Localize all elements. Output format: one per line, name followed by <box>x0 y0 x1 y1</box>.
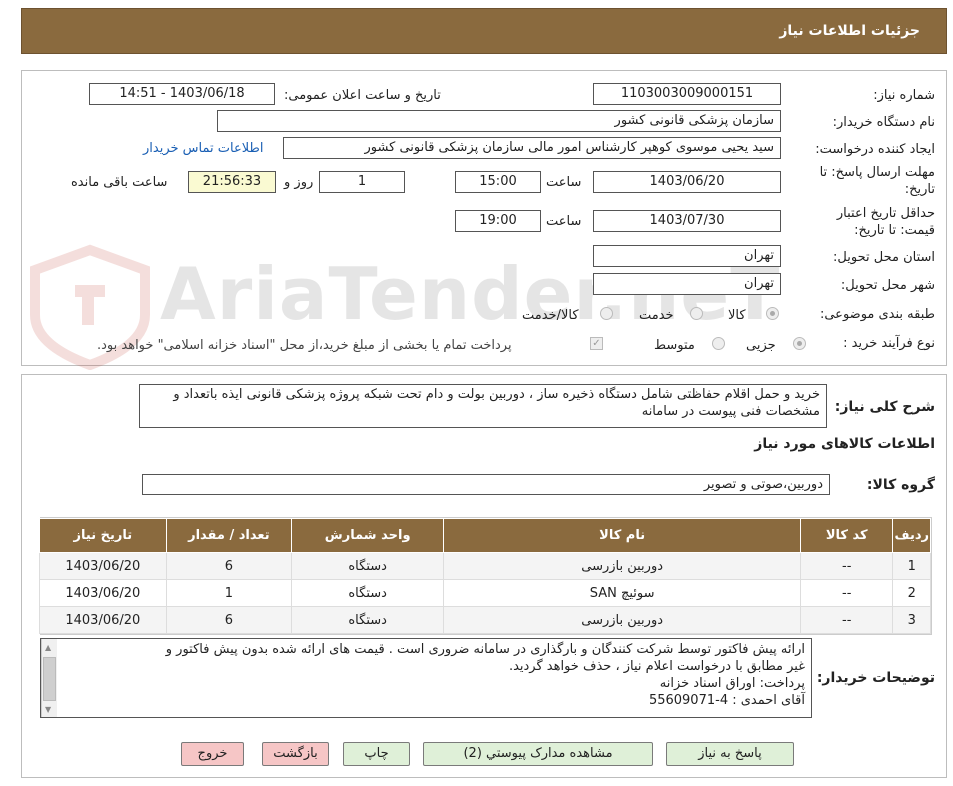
cell-quantity: 6 <box>165 606 293 634</box>
cell-name: دوربین بازرسی <box>443 552 801 580</box>
city-field: تهران <box>593 273 781 295</box>
purchase-type-option-minor: جزیی <box>746 338 776 353</box>
attachments-button[interactable]: مشاهده مدارک پیوستي (2) <box>423 742 653 766</box>
validity-time-field: 19:00 <box>455 210 541 232</box>
goods-group-field: دوربین،صوتی و تصویر <box>142 474 830 495</box>
treasury-note: پرداخت تمام یا بخشی از مبلغ خرید،از محل … <box>97 338 512 353</box>
purchase-type-option-medium: متوسط <box>654 338 695 353</box>
city-label: شهر محل تحویل: <box>840 278 935 293</box>
deadline-days-field: 1 <box>319 171 405 193</box>
deadline-date-field: 1403/06/20 <box>593 171 781 193</box>
buyer-contact-link[interactable]: اطلاعات تماس خریدار <box>143 141 263 156</box>
page-header: جزئیات اطلاعات نیاز <box>21 8 947 54</box>
page-title: جزئیات اطلاعات نیاز <box>779 23 920 39</box>
buyer-org-label: نام دستگاه خریدار: <box>832 115 935 130</box>
category-option-goods-service: کالا/خدمت <box>522 308 579 323</box>
table-header-row: ردیف کد کالا نام کالا واحد شمارش تعداد /… <box>39 518 931 553</box>
category-option-service: خدمت <box>639 308 674 323</box>
cell-code: -- <box>799 552 894 580</box>
goods-group-label: گروه کالا: <box>866 477 935 493</box>
items-table-container: ردیف کد کالا نام کالا واحد شمارش تعداد /… <box>39 517 932 635</box>
cell-quantity: 1 <box>165 579 293 607</box>
buyer-notes-line: آقای احمدی : 4-55609071 <box>648 693 805 708</box>
purchase-type-radio-medium[interactable] <box>712 337 725 350</box>
remaining-time-field: 21:56:33 <box>188 171 276 193</box>
remaining-label: ساعت باقی مانده <box>71 175 168 190</box>
purchase-type-radio-minor[interactable] <box>793 337 806 350</box>
province-field: تهران <box>593 245 781 267</box>
requester-label: ایجاد کننده درخواست: <box>815 142 935 157</box>
cell-date: 1403/06/20 <box>39 552 167 580</box>
cell-row-number: 3 <box>892 606 931 634</box>
category-radio-goods[interactable] <box>766 307 779 320</box>
buyer-notes-line: غیر مطابق با درخواست اعلام نیاز ، حذف خو… <box>508 659 805 674</box>
cell-quantity: 6 <box>165 552 293 580</box>
deadline-time-field: 15:00 <box>455 171 541 193</box>
items-table: ردیف کد کالا نام کالا واحد شمارش تعداد /… <box>39 518 931 634</box>
summary-label: شرح کلی نیاز: <box>834 399 935 415</box>
table-row: 1 -- دوربین بازرسی دستگاه 6 1403/06/20 <box>39 552 931 580</box>
validity-date-field: 1403/07/30 <box>593 210 781 232</box>
province-label: استان محل تحویل: <box>833 250 935 265</box>
buyer-notes-scrollbar[interactable]: ▲ ▼ <box>41 639 57 717</box>
requester-field: سید یحیی موسوی کوهپر کارشناس امور مالی س… <box>283 137 781 159</box>
deadline-label-line1: مهلت ارسال پاسخ: تا <box>819 165 935 180</box>
scroll-thumb[interactable] <box>43 657 56 701</box>
buyer-notes-line: ارائه پیش فاکتور توسط شرکت کنندگان و بار… <box>165 642 805 657</box>
goods-section-title: اطلاعات کالاهای مورد نیاز <box>754 436 935 452</box>
validity-label-line2: قیمت: تا تاریخ: <box>854 223 935 238</box>
deadline-time-label: ساعت <box>546 175 582 190</box>
col-header-name: نام کالا <box>443 518 801 553</box>
buyer-notes-label: توضیحات خریدار: <box>816 670 935 686</box>
col-header-quantity: تعداد / مقدار <box>165 518 293 553</box>
table-row: 3 -- دوربین بازرسی دستگاه 6 1403/06/20 <box>39 606 931 634</box>
back-button[interactable]: بازگشت <box>262 742 329 766</box>
purchase-type-label: نوع فرآیند خرید : <box>843 336 935 351</box>
cell-unit: دستگاه <box>291 606 445 634</box>
print-button[interactable]: چاپ <box>343 742 410 766</box>
need-number-field: 1103003009000151 <box>593 83 781 105</box>
buyer-notes-line: پرداخت: اوراق اسناد خزانه <box>659 676 805 691</box>
summary-textarea[interactable]: خرید و حمل اقلام حفاظتی شامل دستگاه ذخیر… <box>139 384 827 428</box>
deadline-label-line2: تاریخ: <box>904 182 935 197</box>
announce-field: 1403/06/18 - 14:51 <box>89 83 275 105</box>
col-header-row-number: ردیف <box>892 518 931 553</box>
col-header-code: کد کالا <box>799 518 894 553</box>
buyer-org-field: سازمان پزشکی قانونی کشور <box>217 110 781 132</box>
buyer-notes-textarea[interactable]: ارائه پیش فاکتور توسط شرکت کنندگان و بار… <box>40 638 812 718</box>
category-label: طبقه بندی موضوعی: <box>819 307 935 322</box>
cell-code: -- <box>799 606 894 634</box>
category-radio-goods-service[interactable] <box>600 307 613 320</box>
cell-date: 1403/06/20 <box>39 606 167 634</box>
col-header-date: تاریخ نیاز <box>39 518 167 553</box>
cell-row-number: 1 <box>892 552 931 580</box>
reply-button[interactable]: پاسخ به نیاز <box>666 742 794 766</box>
validity-label-line1: حداقل تاریخ اعتبار <box>836 206 935 221</box>
category-option-goods: کالا <box>728 308 746 323</box>
cell-code: -- <box>799 579 894 607</box>
table-row: 2 -- سوئیچ SAN دستگاه 1 1403/06/20 <box>39 579 931 607</box>
days-label: روز و <box>284 175 314 190</box>
cell-date: 1403/06/20 <box>39 579 167 607</box>
cell-unit: دستگاه <box>291 552 445 580</box>
treasury-checkbox[interactable]: ✓ <box>590 337 603 350</box>
scroll-up-icon[interactable]: ▲ <box>45 643 51 652</box>
exit-button[interactable]: خروج <box>181 742 244 766</box>
cell-name: سوئیچ SAN <box>443 579 801 607</box>
cell-row-number: 2 <box>892 579 931 607</box>
validity-time-label: ساعت <box>546 214 582 229</box>
need-number-label: شماره نیاز: <box>873 88 935 103</box>
announce-label: تاریخ و ساعت اعلان عمومی: <box>284 88 441 103</box>
cell-name: دوربین بازرسی <box>443 606 801 634</box>
category-radio-service[interactable] <box>690 307 703 320</box>
col-header-unit: واحد شمارش <box>291 518 445 553</box>
scroll-down-icon[interactable]: ▼ <box>45 705 51 714</box>
cell-unit: دستگاه <box>291 579 445 607</box>
